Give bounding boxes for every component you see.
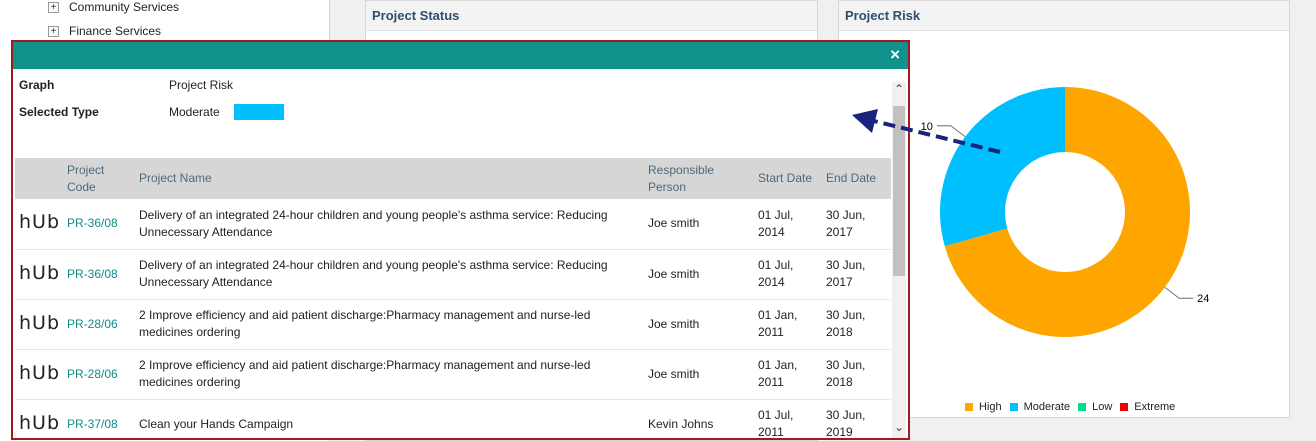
project-code-link[interactable]: PR-28/06 xyxy=(63,299,135,349)
project-name: Delivery of an integrated 24-hour childr… xyxy=(139,207,608,239)
chevron-up-icon[interactable]: ⌃ xyxy=(892,82,906,98)
legend-label-low: Low xyxy=(1092,401,1113,413)
end-date: 30 Jun, 2017 xyxy=(826,258,866,289)
projects-table: Project Code Project Name Responsible Pe… xyxy=(15,158,891,439)
end-date: 30 Jun, 2018 xyxy=(826,358,866,389)
graph-label: Graph xyxy=(19,78,55,92)
selected-type-swatch xyxy=(233,104,284,120)
modal-header: × xyxy=(13,42,908,69)
legend-swatch-low xyxy=(1078,403,1087,411)
legend-swatch-high xyxy=(965,403,973,411)
responsible-person: Joe smith xyxy=(648,266,700,281)
start-date: 01 Jan, 2011 xyxy=(758,358,798,389)
start-date: 01 Jul, 2014 xyxy=(758,258,794,289)
chevron-down-icon[interactable]: ⌄ xyxy=(892,420,906,436)
hub-logo: hUb xyxy=(19,411,61,434)
table-row[interactable]: hUb PR-36/08 Delivery of an integrated 2… xyxy=(15,199,891,249)
tree-item-label: Finance Services xyxy=(69,24,162,38)
data-label-leader-high xyxy=(1164,287,1194,299)
project-risk-title: Project Risk xyxy=(839,1,1289,31)
legend-label-extreme: Extreme xyxy=(1134,401,1176,413)
tree-item-community-services[interactable]: + Community Services xyxy=(48,0,179,14)
project-name: 2 Improve efficiency and aid patient dis… xyxy=(139,358,591,389)
legend-swatch-moderate xyxy=(1009,403,1018,411)
expand-icon[interactable]: + xyxy=(48,1,59,13)
tree-item-label: Community Services xyxy=(69,0,180,14)
legend-label-high: High xyxy=(979,401,1002,413)
expand-icon[interactable]: + xyxy=(48,25,59,37)
end-date: 30 Jun, 2017 xyxy=(826,207,866,239)
legend-item-moderate[interactable]: Moderate xyxy=(1009,401,1071,413)
responsible-person: Kevin Johns xyxy=(648,416,714,431)
project-code-link[interactable]: PR-36/08 xyxy=(63,249,135,299)
legend-swatch-extreme xyxy=(1120,403,1129,411)
project-name: Delivery of an integrated 24-hour childr… xyxy=(139,258,608,289)
end-date: 30 Jun, 2019 xyxy=(826,408,866,439)
project-name: Clean your Hands Campaign xyxy=(139,416,294,431)
project-status-title: Project Status xyxy=(366,1,817,31)
start-date: 01 Jul, 2014 xyxy=(758,207,794,239)
legend-item-extreme[interactable]: Extreme xyxy=(1120,401,1175,413)
column-header-logo xyxy=(15,158,63,199)
end-date: 30 Jun, 2018 xyxy=(826,308,866,339)
column-header-project-name[interactable]: Project Name xyxy=(135,158,644,199)
legend-label-moderate: Moderate xyxy=(1023,401,1071,413)
responsible-person: Joe smith xyxy=(648,216,700,231)
graph-value: Project Risk xyxy=(169,78,234,92)
close-icon[interactable]: × xyxy=(890,45,900,65)
tree-item-finance-services[interactable]: + Finance Services xyxy=(48,24,161,38)
chart-legend: High Moderate Low Extreme xyxy=(965,401,1183,413)
table-row[interactable]: hUb PR-36/08 Delivery of an integrated 2… xyxy=(15,249,891,299)
column-header-project-code[interactable]: Project Code xyxy=(63,158,135,199)
legend-item-low[interactable]: Low xyxy=(1078,401,1112,413)
table-row[interactable]: hUb PR-37/08 Clean your Hands Campaign K… xyxy=(15,399,891,439)
table-row[interactable]: hUb PR-28/06 2 Improve efficiency and ai… xyxy=(15,299,891,349)
selected-type-row: Selected Type Moderate xyxy=(19,104,284,120)
column-header-responsible-person[interactable]: Responsible Person xyxy=(644,158,754,199)
column-header-end-date[interactable]: End Date xyxy=(822,158,891,199)
project-code-link[interactable]: PR-37/08 xyxy=(63,399,135,438)
column-header-start-date[interactable]: Start Date xyxy=(754,158,822,199)
responsible-person: Joe smith xyxy=(648,316,700,331)
hub-logo: hUb xyxy=(19,211,61,234)
responsible-person: Joe smith xyxy=(648,366,700,381)
selected-type-label: Selected Type xyxy=(19,105,99,119)
start-date: 01 Jul, 2011 xyxy=(758,408,794,439)
project-risk-details-modal: × Graph Project Risk Selected Type Moder… xyxy=(11,40,910,440)
hub-logo: hUb xyxy=(19,361,61,384)
projects-table-wrapper: Project Code Project Name Responsible Pe… xyxy=(15,158,891,439)
start-date: 01 Jan, 2011 xyxy=(758,308,798,339)
hub-logo: hUb xyxy=(19,311,61,334)
project-code-link[interactable]: PR-28/06 xyxy=(63,349,135,399)
annotation-arrow xyxy=(852,109,1001,154)
selected-type-value: Moderate xyxy=(169,105,220,119)
project-name: 2 Improve efficiency and aid patient dis… xyxy=(139,308,591,339)
data-label-high: 24 xyxy=(1197,293,1209,305)
project-code-link[interactable]: PR-36/08 xyxy=(63,199,135,249)
graph-row: Graph Project Risk xyxy=(19,78,247,92)
hub-logo: hUb xyxy=(19,261,61,284)
legend-item-high[interactable]: High xyxy=(965,401,1002,413)
table-row[interactable]: hUb PR-28/06 2 Improve efficiency and ai… xyxy=(15,349,891,399)
table-header-row: Project Code Project Name Responsible Pe… xyxy=(15,158,891,199)
